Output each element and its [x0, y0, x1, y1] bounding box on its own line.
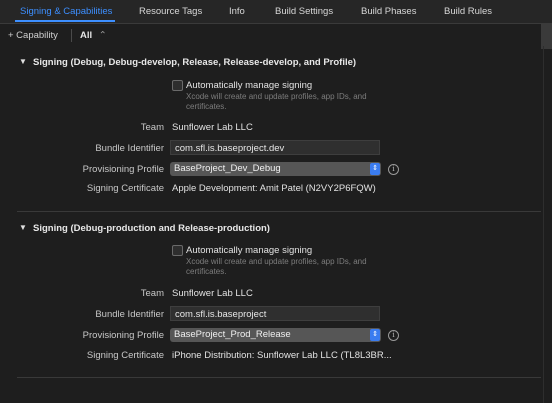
disclosure-triangle-icon[interactable]: ▼ — [19, 57, 27, 66]
signing-certificate-label: Signing Certificate — [86, 183, 164, 194]
info-icon[interactable]: i — [388, 164, 399, 175]
auto-manage-signing-label: Automatically manage signing — [186, 245, 313, 256]
tab-info[interactable]: Info — [229, 6, 245, 17]
filter-popup[interactable]: All ⌃ — [80, 30, 107, 41]
provisioning-profile-value: BaseProject_Dev_Debug — [174, 163, 281, 174]
bundle-identifier-field[interactable]: com.sfl.is.baseproject — [170, 306, 380, 321]
section-divider — [17, 211, 541, 212]
scrollbar-track[interactable] — [543, 46, 544, 403]
signing-certificate-value: iPhone Distribution: Sunflower Lab LLC (… — [172, 350, 392, 361]
provisioning-profile-label: Provisioning Profile — [82, 330, 164, 341]
tab-build-phases[interactable]: Build Phases — [361, 6, 416, 17]
capability-toolbar: + Capability All ⌃ — [0, 24, 541, 46]
filter-value: All — [80, 30, 93, 41]
bundle-identifier-field[interactable]: com.sfl.is.baseproject.dev — [170, 140, 380, 155]
auto-manage-help-text: Xcode will create and update profiles, a… — [186, 92, 367, 111]
team-value: Sunflower Lab LLC — [172, 288, 253, 299]
auto-manage-signing-checkbox[interactable] — [172, 80, 183, 91]
filter-chevron-icon: ⌃ — [98, 30, 107, 41]
signing-certificate-label: Signing Certificate — [86, 350, 164, 361]
provisioning-profile-popup[interactable]: BaseProject_Prod_Release ⇕ — [170, 328, 381, 342]
active-tab-indicator — [15, 20, 115, 22]
popup-arrows-icon: ⇕ — [370, 329, 380, 341]
bundle-identifier-label: Bundle Identifier — [95, 309, 164, 320]
provisioning-profile-popup[interactable]: BaseProject_Dev_Debug ⇕ — [170, 162, 381, 176]
team-label: Team — [140, 288, 164, 299]
section-title: Signing (Debug, Debug-develop, Release, … — [33, 57, 357, 68]
toolbar-divider — [71, 29, 72, 42]
provisioning-profile-value: BaseProject_Prod_Release — [174, 329, 291, 340]
add-capability-button[interactable]: + Capability — [8, 30, 58, 41]
bundle-identifier-label: Bundle Identifier — [95, 143, 164, 154]
auto-manage-signing-checkbox[interactable] — [172, 245, 183, 256]
auto-manage-signing-label: Automatically manage signing — [186, 80, 313, 91]
popup-arrows-icon: ⇕ — [370, 163, 380, 175]
editor-tab-bar: Signing & Capabilities Resource Tags Inf… — [0, 0, 552, 24]
auto-manage-help-text: Xcode will create and update profiles, a… — [186, 257, 367, 276]
tab-resource-tags[interactable]: Resource Tags — [139, 6, 202, 17]
team-value: Sunflower Lab LLC — [172, 122, 253, 133]
team-label: Team — [140, 122, 164, 133]
disclosure-triangle-icon[interactable]: ▼ — [19, 223, 27, 232]
provisioning-profile-label: Provisioning Profile — [82, 164, 164, 175]
tab-build-rules[interactable]: Build Rules — [444, 6, 492, 17]
signing-certificate-value: Apple Development: Amit Patel (N2VY2P6FQ… — [172, 183, 376, 194]
section-divider — [17, 377, 541, 378]
info-icon[interactable]: i — [388, 330, 399, 341]
section-title: Signing (Debug-production and Release-pr… — [33, 223, 270, 234]
tab-signing-capabilities[interactable]: Signing & Capabilities — [20, 6, 112, 17]
tab-build-settings[interactable]: Build Settings — [275, 6, 333, 17]
